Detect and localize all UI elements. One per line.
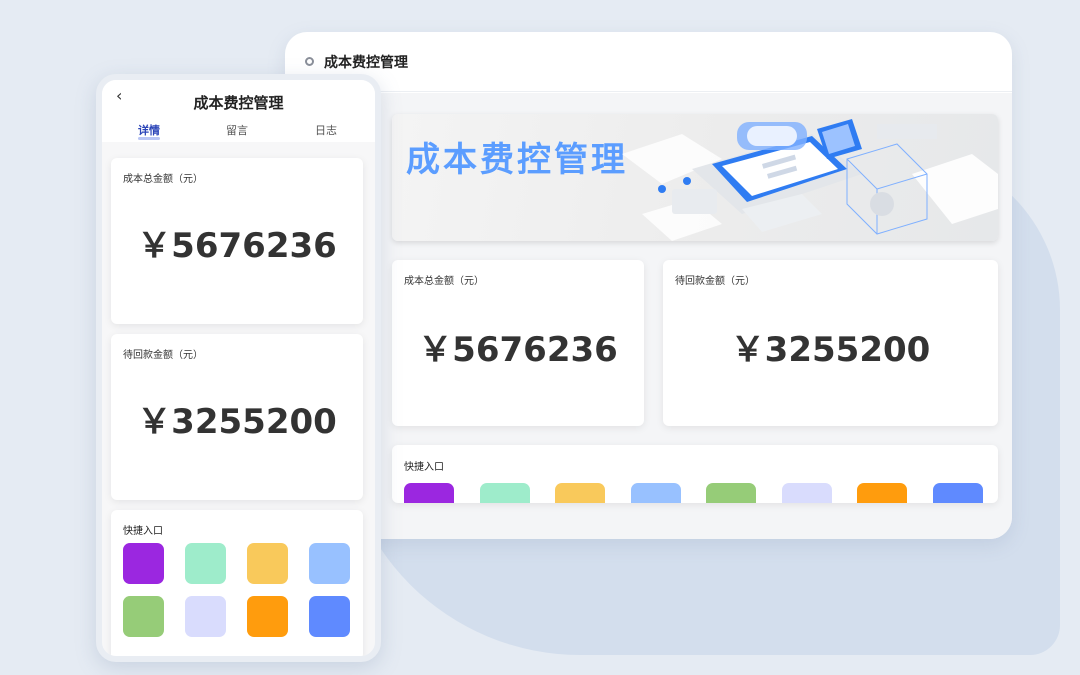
quick-entry-tile[interactable]	[123, 543, 164, 584]
quick-entry-tile[interactable]	[247, 596, 288, 637]
quick-entry-tile[interactable]	[630, 483, 681, 503]
quick-entry-tile[interactable]	[932, 483, 983, 503]
mobile-frame: ‹ 成本费控管理 详情 留言 日志 成本总金额（元） ￥5676236 待回款金…	[96, 74, 381, 662]
quick-entry-tile[interactable]	[555, 483, 605, 503]
card-label: 待回款金额（元）	[123, 350, 203, 361]
tab-logs[interactable]: 日志	[315, 122, 337, 138]
desktop-card-total-cost: 成本总金额（元） ￥5676236	[392, 260, 644, 426]
quick-entry-tile[interactable]	[185, 543, 226, 584]
quick-entry-tile[interactable]	[706, 483, 756, 503]
card-value: ￥3255200	[137, 402, 337, 442]
quick-entry-tile[interactable]	[781, 483, 832, 503]
card-label: 成本总金额（元）	[123, 174, 203, 185]
mobile-header: ‹ 成本费控管理 详情 留言 日志	[102, 80, 375, 142]
card-value: ￥5676236	[137, 226, 337, 266]
tab-details[interactable]: 详情	[138, 122, 160, 138]
card-label: 成本总金额（元）	[404, 276, 484, 287]
card-label: 待回款金额（元）	[675, 276, 755, 287]
card-value: ￥3255200	[730, 330, 931, 370]
desktop-quick-panel: 快捷入口	[392, 445, 998, 503]
banner-illustration	[622, 119, 998, 241]
quick-entry-tile[interactable]	[857, 483, 907, 503]
mobile-title: 成本费控管理	[193, 94, 284, 112]
tab-comments[interactable]: 留言	[226, 122, 248, 138]
desktop-header-title: 成本费控管理	[324, 54, 408, 71]
mobile-quick-panel: 快捷入口	[111, 510, 363, 656]
quick-entry-tile[interactable]	[247, 543, 288, 584]
desktop-header: 成本费控管理	[285, 32, 1012, 92]
quick-entry-tile[interactable]	[404, 483, 454, 503]
quick-entry-tile[interactable]	[309, 543, 350, 584]
module-icon	[305, 57, 314, 66]
desktop-card-pending: 待回款金额（元） ￥3255200	[663, 260, 998, 426]
desktop-window: 成本费控管理 成本费控管理 成本总金额（元） ￥5676236 待回款金额（元）…	[285, 32, 1012, 539]
quick-entry-tile[interactable]	[309, 596, 350, 637]
mobile-card-pending: 待回款金额（元） ￥3255200	[111, 334, 363, 500]
active-tab-indicator	[138, 137, 160, 140]
quick-label: 快捷入口	[123, 526, 163, 537]
mobile-card-total-cost: 成本总金额（元） ￥5676236	[111, 158, 363, 324]
quick-entry-tile[interactable]	[123, 596, 164, 637]
card-value: ￥5676236	[418, 330, 618, 370]
banner: 成本费控管理	[392, 114, 998, 241]
quick-label: 快捷入口	[404, 462, 444, 473]
quick-entry-tile[interactable]	[479, 483, 530, 503]
quick-entry-tile[interactable]	[185, 596, 226, 637]
